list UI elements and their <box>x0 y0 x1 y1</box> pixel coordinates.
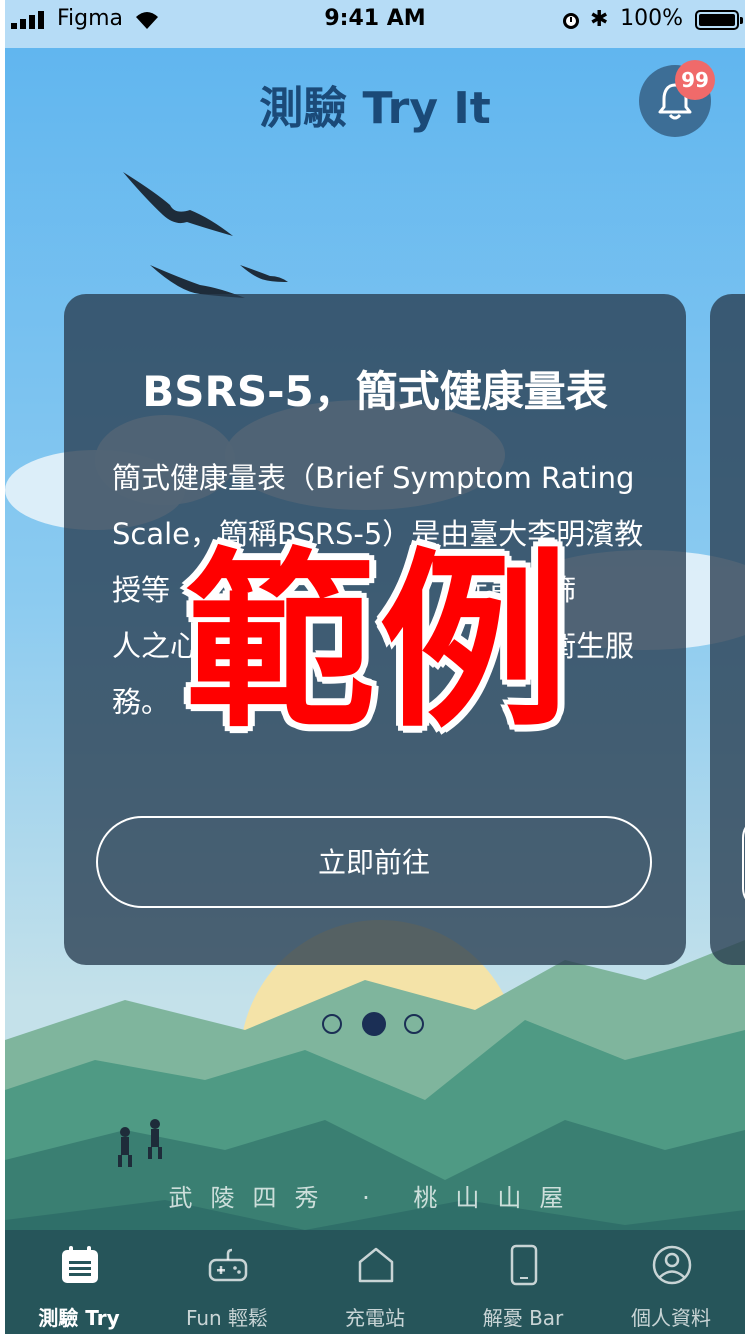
tab-label: 個人資料 <box>631 1306 711 1330</box>
bluetooth-icon: ✱ <box>590 7 609 32</box>
house-icon <box>358 1247 394 1283</box>
app-screen: Figma 9:41 AM ✱ 100% 測驗 Try It 99 BSRS-5… <box>5 0 745 1334</box>
carousel-pager <box>322 1012 432 1038</box>
location-caption: 武陵四秀 · 桃山山屋 <box>168 1184 582 1212</box>
alarm-icon <box>563 13 579 29</box>
notification-badge: 99 <box>675 60 715 100</box>
battery-percent: 100% <box>620 6 683 31</box>
tab-label: 解憂 Bar <box>482 1306 564 1330</box>
tab-bar[interactable]: 解憂 Bar <box>449 1230 597 1334</box>
pager-dot-1[interactable] <box>322 1014 342 1034</box>
calendar-list-icon <box>62 1246 98 1283</box>
gamepad-icon <box>208 1248 248 1282</box>
bottom-tab-bar: 測驗 Try Fun 輕鬆 充電站 解憂 Bar 個人資料 <box>5 1230 745 1334</box>
pager-dot-2[interactable] <box>362 1012 386 1036</box>
user-circle-icon <box>652 1245 692 1285</box>
status-bar: Figma 9:41 AM ✱ 100% <box>5 0 745 40</box>
sample-watermark: 範例 <box>185 532 574 753</box>
tab-fun[interactable]: Fun 輕鬆 <box>153 1230 301 1334</box>
next-card-peek[interactable] <box>710 294 745 965</box>
pager-dot-3[interactable] <box>404 1014 424 1034</box>
tab-profile[interactable]: 個人資料 <box>597 1230 745 1334</box>
tab-charge[interactable]: 充電站 <box>301 1230 449 1334</box>
tab-label: Fun 輕鬆 <box>185 1306 269 1330</box>
card-title: BSRS-5，簡式健康量表 <box>142 367 608 416</box>
tab-test[interactable]: 測驗 Try <box>5 1230 153 1334</box>
next-card-button-edge <box>742 816 745 910</box>
tab-label: 充電站 <box>345 1306 405 1330</box>
go-now-button[interactable]: 立即前往 <box>96 816 652 908</box>
phone-icon <box>510 1244 538 1286</box>
page-title: 測驗 Try It <box>259 83 491 134</box>
tab-label: 測驗 Try <box>38 1306 120 1330</box>
battery-icon <box>695 10 743 30</box>
